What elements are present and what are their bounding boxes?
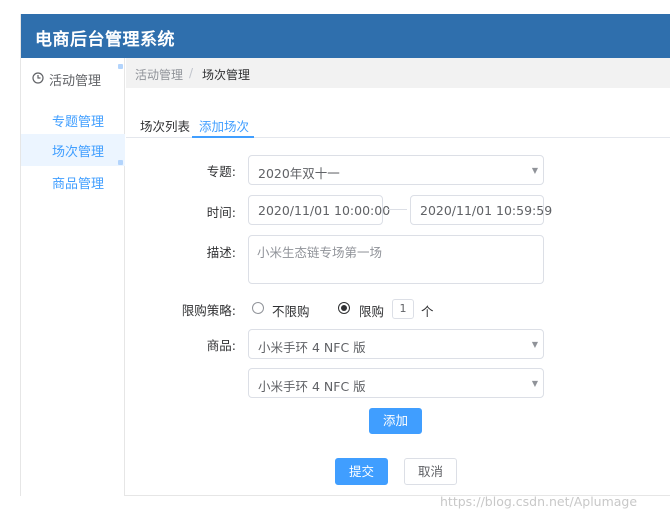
sidebar-item-product[interactable]: 商品管理 xyxy=(21,160,125,198)
tab-add-session[interactable]: 添加场次 xyxy=(199,116,249,135)
add-product-button[interactable]: 添加 xyxy=(369,408,422,434)
chevron-down-icon: ▼ xyxy=(531,340,538,349)
product-select-1[interactable]: 小米手环 4 NFC 版 ▼ xyxy=(248,329,544,359)
breadcrumb-item-activity[interactable]: 活动管理 xyxy=(135,66,183,83)
sidebar: 活动管理 专题管理 场次管理 商品管理 xyxy=(21,58,125,496)
start-time-input[interactable]: 2020/11/01 10:00:00 xyxy=(248,195,390,225)
sidebar-item-topic[interactable]: 专题管理 xyxy=(21,104,125,136)
limit-quantity-input[interactable]: 1 xyxy=(392,299,414,319)
radio-limit[interactable] xyxy=(338,302,350,314)
radio-no-limit[interactable] xyxy=(252,302,264,314)
expand-marker-icon xyxy=(118,160,123,165)
product-value: 小米手环 4 NFC 版 xyxy=(258,340,366,355)
description-label: 描述: xyxy=(206,245,236,260)
topic-value: 2020年双十一 xyxy=(258,166,340,181)
sidebar-item-session[interactable]: 场次管理 xyxy=(21,134,125,166)
main-content: 活动管理 / 场次管理 场次列表 添加场次 专题: 2020年双十一 ▼ 时间:… xyxy=(126,58,670,496)
limit-label: 限购策略: xyxy=(181,303,236,318)
breadcrumb: 活动管理 / 场次管理 xyxy=(126,58,670,88)
product-select-2[interactable]: 小米手环 4 NFC 版 ▼ xyxy=(248,368,544,398)
sidebar-item-label: 商品管理 xyxy=(52,177,105,192)
radio-no-limit-label[interactable]: 不限购 xyxy=(272,301,310,320)
active-tab-indicator xyxy=(192,136,254,138)
limit-unit: 个 xyxy=(421,304,434,319)
description-value: 小米生态链专场第一场 xyxy=(257,245,383,260)
submit-button[interactable]: 提交 xyxy=(335,458,388,485)
sidebar-item-label: 专题管理 xyxy=(52,115,105,130)
breadcrumb-separator: / xyxy=(189,66,194,80)
topic-label: 专题: xyxy=(206,164,236,179)
tab-bar: 场次列表 添加场次 xyxy=(126,110,670,138)
app-window: 电商后台管理系统 活动管理 专题管理 场次管理 商品管理 活动管理 / 场次管理 xyxy=(20,14,670,496)
end-time-value: 2020/11/01 10:59:59 xyxy=(420,203,553,218)
time-label: 时间: xyxy=(206,205,236,220)
sidebar-item-label: 场次管理 xyxy=(52,145,105,160)
end-time-input[interactable]: 2020/11/01 10:59:59 xyxy=(410,195,552,225)
watermark-text: https://blog.csdn.net/Aplumage xyxy=(440,494,638,509)
date-range-separator xyxy=(387,209,407,210)
topic-select[interactable]: 2020年双十一 ▼ xyxy=(248,155,544,185)
description-textarea[interactable]: 小米生态链专场第一场 xyxy=(248,235,544,284)
products-label: 商品: xyxy=(206,338,236,353)
chevron-down-icon: ▼ xyxy=(531,166,538,175)
breadcrumb-item-session: 场次管理 xyxy=(202,68,251,82)
cancel-button[interactable]: 取消 xyxy=(404,458,457,485)
clock-icon xyxy=(32,72,44,84)
tab-session-list[interactable]: 场次列表 xyxy=(140,116,190,135)
start-time-value: 2020/11/01 10:00:00 xyxy=(258,203,391,218)
radio-limit-label[interactable]: 限购 xyxy=(359,301,384,320)
top-header: 电商后台管理系统 xyxy=(21,14,670,58)
menu-group-label: 活动管理 xyxy=(49,74,102,89)
chevron-down-icon: ▼ xyxy=(531,379,538,388)
app-title: 电商后台管理系统 xyxy=(35,30,175,50)
expand-marker-icon xyxy=(118,64,123,69)
menu-group-activity[interactable]: 活动管理 xyxy=(21,64,125,94)
product-value: 小米手环 4 NFC 版 xyxy=(258,379,366,394)
